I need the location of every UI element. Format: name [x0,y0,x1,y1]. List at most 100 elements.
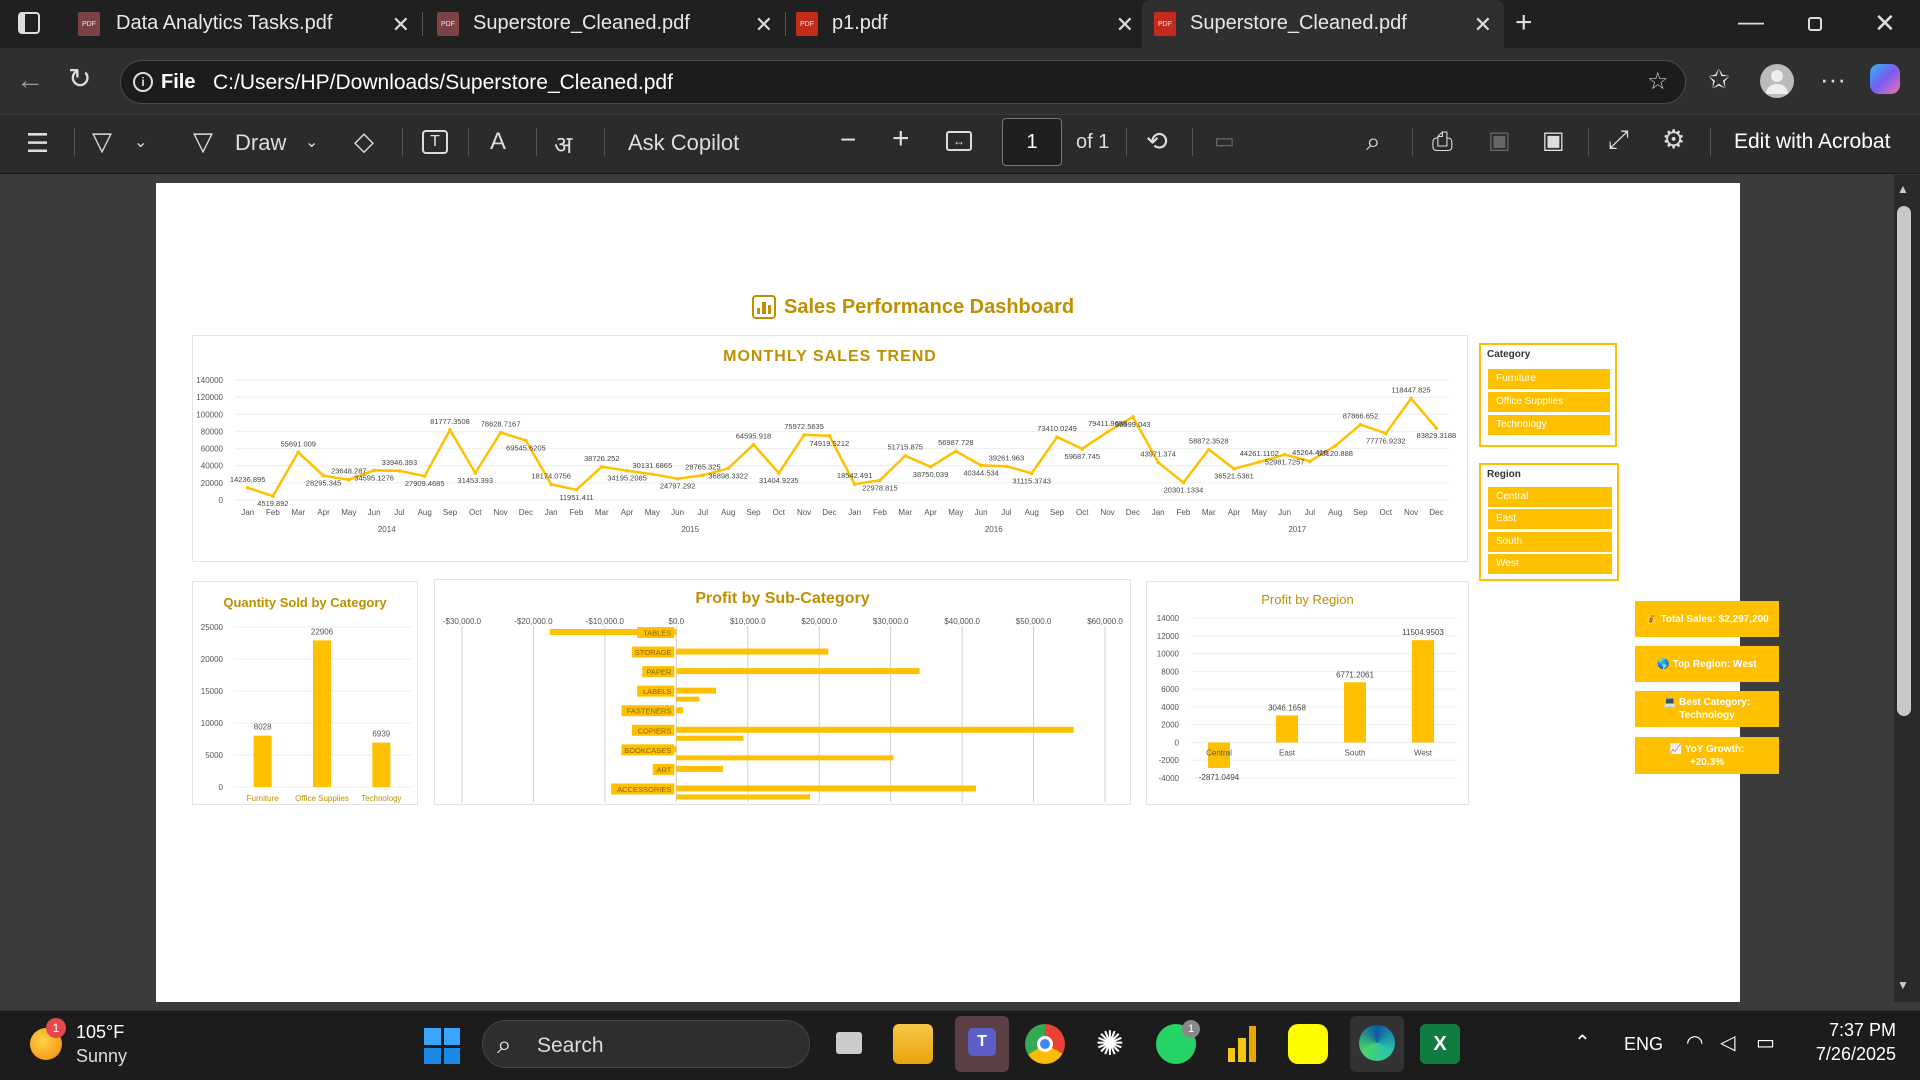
page-view-icon[interactable]: ▭ [1214,128,1235,154]
slicer-item-technology[interactable]: Technology [1488,415,1610,435]
data-label: 73410.0249 [1037,424,1077,433]
close-tab-icon[interactable]: ✕ [1474,12,1492,38]
fullscreen-icon[interactable]: ⤢ [1608,124,1629,156]
fit-width-icon[interactable]: ↔ [946,131,972,151]
file-explorer-icon[interactable] [893,1024,933,1064]
y-tick-label: 20000 [201,479,224,488]
sales-point [473,471,478,475]
weather-temp[interactable]: 105°F [76,1022,124,1043]
copilot-icon[interactable] [1870,64,1900,94]
close-tab-icon[interactable]: ✕ [1116,12,1134,38]
sales-point [675,476,680,481]
battery-icon[interactable]: ▭ [1756,1030,1775,1055]
slicer-item-central[interactable]: Central [1488,487,1612,507]
data-label: 3046.1658 [1268,703,1306,712]
sales-point [1131,415,1135,419]
excel-icon[interactable]: X [1420,1024,1460,1064]
minimize-icon[interactable]: — [1738,6,1764,37]
close-window-icon[interactable]: ✕ [1874,8,1896,39]
teams-icon[interactable]: T [955,1016,1009,1072]
show-hidden-icons[interactable]: ⌃ [1574,1030,1591,1055]
search-icon[interactable]: ⌕ [1366,126,1381,158]
tab-p1[interactable]: PDF p1.pdf ✕ [786,0,1146,48]
draw-dropdown-icon[interactable]: ⌄ [305,132,318,152]
volume-icon[interactable]: ◁ [1720,1030,1735,1055]
favorite-star-icon[interactable]: ☆ [1647,67,1669,96]
close-tab-icon[interactable]: ✕ [392,12,410,38]
x-tick-label: -$20,000.0 [514,617,553,626]
highlight-dropdown-icon[interactable]: ⌄ [134,132,147,152]
language-indicator[interactable]: ENG [1624,1034,1663,1055]
x-tick-label: Jun [1278,508,1291,517]
tab-data-analytics[interactable]: PDF Data Analytics Tasks.pdf ✕ [60,0,422,48]
slicer-item-south[interactable]: South [1488,532,1612,552]
save-as-icon[interactable]: ▣ [1542,126,1565,155]
year-label: 2015 [681,525,699,534]
draw-button[interactable]: Draw [235,130,286,156]
slicer-item-east[interactable]: East [1488,509,1612,529]
wifi-icon[interactable]: ◠ [1686,1030,1703,1055]
bar [1276,715,1298,743]
contents-list-icon[interactable]: ☰ [26,128,49,159]
draw-icon[interactable]: ▽ [193,126,213,157]
edit-with-acrobat-button[interactable]: Edit with Acrobat [1734,130,1890,154]
clock-date[interactable]: 7/26/2025 [1800,1044,1896,1065]
taskbar-search[interactable]: ⌕ Search [482,1020,810,1068]
url-path: C:/Users/HP/Downloads/Superstore_Cleaned… [213,71,673,94]
close-tab-icon[interactable]: ✕ [755,12,773,38]
x-tick-label: Apr [924,508,937,517]
print-icon[interactable]: ⎙ [1432,126,1453,158]
save-icon[interactable]: ▣ [1488,126,1511,155]
address-field[interactable]: i File C:/Users/HP/Downloads/Superstore_… [120,60,1686,104]
highlight-icon[interactable]: ▽ [92,126,112,157]
rotate-icon[interactable]: ⟲ [1146,126,1168,157]
edge-icon[interactable] [1350,1016,1404,1072]
bar [1412,640,1434,743]
profile-avatar[interactable] [1760,64,1794,98]
add-text-icon[interactable]: T [422,130,448,154]
scrollbar-thumb[interactable] [1897,206,1911,716]
weather-desc: Sunny [76,1046,128,1066]
clock-time[interactable]: 7:37 PM [1800,1020,1896,1041]
more-options-icon[interactable]: ··· [1820,64,1846,95]
scroll-down-icon[interactable]: ▼ [1897,978,1909,992]
tab-actions-icon[interactable] [18,12,40,34]
chrome-icon[interactable] [1025,1024,1065,1064]
scroll-up-icon[interactable]: ▲ [1897,182,1909,196]
settings-gear-icon[interactable]: ⚙ [1662,124,1685,155]
x-tick-label: Oct [469,508,482,517]
windows-start-icon[interactable] [424,1028,460,1064]
refresh-icon[interactable]: ↻ [68,62,91,95]
chatgpt-icon[interactable]: ✺ [1090,1024,1130,1064]
new-tab-icon[interactable]: + [1515,6,1533,40]
slicer-item-office-supplies[interactable]: Office Supplies [1488,392,1610,412]
back-icon[interactable]: ← [16,64,44,96]
data-label: 38726.252 [584,454,619,463]
x-tick-label: -$10,000.0 [586,617,625,626]
task-view-icon[interactable] [828,1024,868,1064]
tab-superstore-1[interactable]: PDF Superstore_Cleaned.pdf ✕ [423,0,785,48]
read-aloud-icon[interactable]: A [490,128,506,156]
favorites-icon[interactable]: ✩ [1708,64,1730,95]
data-label: 78628.7167 [481,420,521,429]
slicer-item-furniture[interactable]: Furniture [1488,369,1610,389]
slicer-item-west[interactable]: West [1488,554,1612,574]
tab-superstore-active[interactable]: PDF Superstore_Cleaned.pdf ✕ [1142,0,1504,48]
y-tick-label: -2000 [1159,756,1180,765]
translate-icon[interactable]: अ [554,128,572,161]
zoom-out-icon[interactable]: − [840,124,856,156]
year-label: 2017 [1288,525,1306,534]
eraser-icon[interactable]: ◇ [354,126,374,157]
restore-icon[interactable] [1808,17,1822,31]
bar [676,687,716,694]
region-slicer-title: Region [1487,469,1521,480]
ask-copilot-button[interactable]: Ask Copilot [628,130,739,156]
page-number-input[interactable]: 1 [1002,118,1062,166]
zoom-in-icon[interactable]: + [892,122,910,156]
x-tick-label: $30,000.0 [873,617,909,626]
snapchat-icon[interactable] [1288,1024,1328,1064]
bar [676,648,829,655]
info-icon[interactable]: i [133,72,153,92]
x-tick-label: Jul [1305,508,1315,517]
power-bi-icon[interactable] [1222,1024,1262,1064]
